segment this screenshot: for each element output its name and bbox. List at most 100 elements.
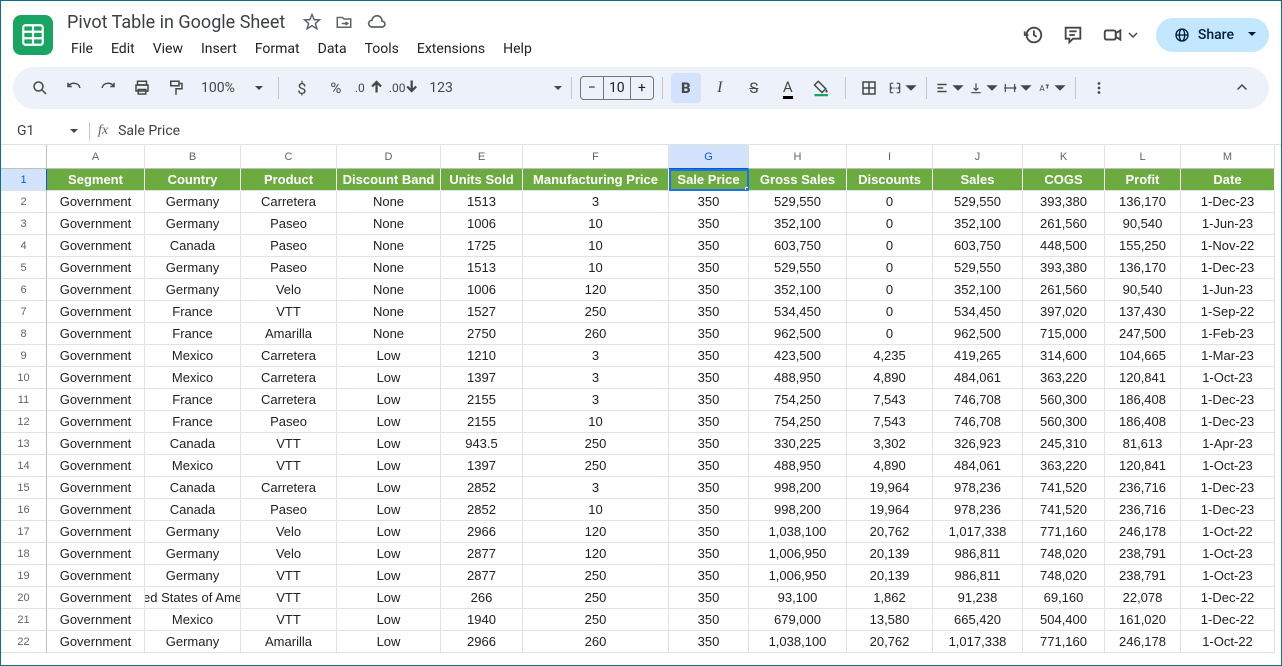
row-header[interactable]: 2 [1,191,47,213]
cell[interactable]: Government [47,631,145,653]
cell[interactable]: 1527 [441,301,523,323]
cell[interactable]: France [145,411,241,433]
cell[interactable]: 484,061 [933,455,1023,477]
cell[interactable]: 81,613 [1105,433,1181,455]
cell[interactable]: 350 [669,367,749,389]
cell[interactable]: Mexico [145,609,241,631]
col-header[interactable]: G [669,145,749,169]
cell[interactable]: 120 [523,521,669,543]
row-header[interactable]: 9 [1,345,47,367]
cell[interactable]: 1940 [441,609,523,631]
cell[interactable]: 261,560 [1023,213,1105,235]
cell[interactable]: Velo [241,543,337,565]
cell[interactable]: France [145,389,241,411]
row-header[interactable]: 15 [1,477,47,499]
header-cell[interactable]: Date [1181,169,1275,191]
cell[interactable]: Carretera [241,477,337,499]
cell[interactable]: 238,791 [1105,565,1181,587]
cell[interactable]: 250 [523,565,669,587]
cell[interactable]: Government [47,565,145,587]
borders-button[interactable] [854,73,884,103]
cell[interactable]: Mexico [145,455,241,477]
fill-color-button[interactable] [807,73,837,103]
cell[interactable]: 488,950 [749,455,847,477]
menu-data[interactable]: Data [310,37,355,61]
cell[interactable]: Germany [145,279,241,301]
formula-bar[interactable]: Sale Price [118,123,180,139]
cell[interactable]: None [337,191,441,213]
cell[interactable]: 1-Oct-23 [1181,455,1275,477]
cell[interactable]: Low [337,411,441,433]
cell[interactable]: 560,300 [1023,411,1105,433]
header-cell[interactable]: COGS [1023,169,1105,191]
cell[interactable]: Germany [145,191,241,213]
cell[interactable]: 1-Jun-23 [1181,279,1275,301]
col-header[interactable]: H [749,145,847,169]
number-format-select[interactable]: 123 [423,80,563,96]
cell[interactable]: 0 [847,301,933,323]
cell[interactable]: 350 [669,345,749,367]
cell[interactable]: 350 [669,235,749,257]
cell[interactable]: Mexico [145,345,241,367]
cell[interactable]: 1-Oct-22 [1181,521,1275,543]
cell[interactable]: 741,520 [1023,477,1105,499]
cell[interactable]: Carretera [241,389,337,411]
cell[interactable]: 1-Dec-23 [1181,499,1275,521]
row-header[interactable]: 7 [1,301,47,323]
cell[interactable]: Low [337,345,441,367]
cell[interactable]: 10 [523,499,669,521]
cell[interactable]: 91,238 [933,587,1023,609]
cell[interactable]: 352,100 [933,279,1023,301]
cell[interactable]: 1-Dec-22 [1181,587,1275,609]
cell[interactable]: Government [47,389,145,411]
more-icon[interactable] [1084,73,1114,103]
star-icon[interactable] [303,13,321,31]
cell[interactable]: Low [337,499,441,521]
cell[interactable]: Government [47,279,145,301]
cell[interactable]: 0 [847,191,933,213]
cell[interactable]: 393,380 [1023,191,1105,213]
col-header[interactable]: M [1181,145,1275,169]
increase-decimal-icon[interactable]: .00 [389,73,419,103]
cell[interactable]: 741,520 [1023,499,1105,521]
cell[interactable]: 962,500 [749,323,847,345]
cell[interactable]: 236,716 [1105,499,1181,521]
cell[interactable]: 1,017,338 [933,631,1023,653]
col-header[interactable]: B [145,145,241,169]
cell[interactable]: Low [337,587,441,609]
row-header[interactable]: 6 [1,279,47,301]
cell[interactable]: 350 [669,257,749,279]
cell[interactable]: 1,862 [847,587,933,609]
cell[interactable]: 250 [523,455,669,477]
header-cell[interactable]: Units Sold [441,169,523,191]
cell[interactable]: 1-Oct-22 [1181,631,1275,653]
col-header[interactable]: F [523,145,669,169]
cell[interactable]: Government [47,609,145,631]
cell[interactable]: 3,302 [847,433,933,455]
cell[interactable]: 2877 [441,565,523,587]
cell[interactable]: 3 [523,191,669,213]
header-cell[interactable]: Sale Price [669,169,749,191]
cloud-icon[interactable] [367,12,387,32]
cell[interactable]: 1-Apr-23 [1181,433,1275,455]
cell[interactable]: 978,236 [933,499,1023,521]
cell[interactable]: 250 [523,609,669,631]
cell[interactable]: 484,061 [933,367,1023,389]
row-header[interactable]: 5 [1,257,47,279]
cell[interactable]: 529,550 [933,191,1023,213]
cell[interactable]: 1-Dec-23 [1181,389,1275,411]
col-header[interactable]: L [1105,145,1181,169]
cell[interactable]: 350 [669,301,749,323]
cell[interactable]: 504,400 [1023,609,1105,631]
col-header[interactable]: D [337,145,441,169]
cell[interactable]: Low [337,565,441,587]
cell[interactable]: 1,017,338 [933,521,1023,543]
cell[interactable]: 1-Oct-23 [1181,367,1275,389]
cell[interactable]: Amarilla [241,631,337,653]
row-header[interactable]: 12 [1,411,47,433]
cell[interactable]: 260 [523,323,669,345]
cell[interactable]: 1,006,950 [749,565,847,587]
search-menu-icon[interactable] [25,73,55,103]
cell[interactable]: Carretera [241,191,337,213]
cell[interactable]: VTT [241,587,337,609]
